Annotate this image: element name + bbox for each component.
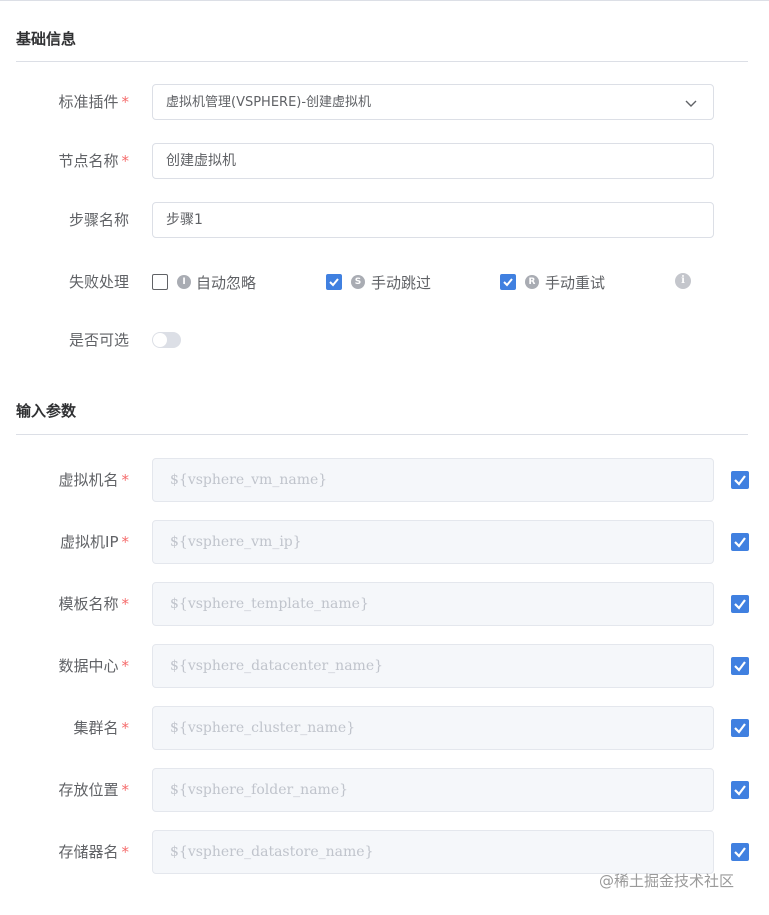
required-mark: *: [121, 843, 130, 861]
section-divider: [16, 61, 748, 62]
plugin-select[interactable]: 虚拟机管理(VSPHERE)-创建虚拟机: [152, 84, 714, 120]
param-checkbox[interactable]: [731, 595, 749, 613]
manual-skip-checkbox[interactable]: [326, 274, 342, 290]
check-icon: [734, 537, 746, 548]
param-row: 模板名称 * ${vsphere_template_name}: [0, 582, 769, 626]
param-input: ${vsphere_datacenter_name}: [152, 644, 714, 688]
ignore-tag-icon: I: [177, 275, 191, 289]
failure-handling-label: 失败处理: [68, 273, 129, 291]
param-input: ${vsphere_datastore_name}: [152, 830, 714, 874]
param-label: 数据中心 *: [58, 644, 129, 688]
check-icon: [734, 723, 746, 734]
param-label: 模板名称 *: [58, 582, 129, 626]
param-label: 存放位置 *: [58, 768, 129, 812]
param-label: 虚拟机IP *: [60, 520, 129, 564]
param-checkbox[interactable]: [731, 719, 749, 737]
plugin-select-value: 虚拟机管理(VSPHERE)-创建虚拟机: [166, 95, 372, 110]
section-title-basic: 基础信息: [16, 30, 77, 48]
optional-toggle[interactable]: [152, 332, 181, 348]
param-checkbox[interactable]: [731, 533, 749, 551]
param-row: 集群名 * ${vsphere_cluster_name}: [0, 706, 769, 750]
plugin-label: 标准插件 *: [58, 80, 129, 124]
manual-retry-label[interactable]: 手动重试: [545, 272, 605, 293]
check-icon: [734, 475, 746, 486]
required-mark: *: [121, 152, 130, 170]
check-icon: [734, 661, 746, 672]
required-mark: *: [121, 595, 130, 613]
failure-handling-row: 失败处理 I 自动忽略 S 手动跳过 R 手动重试 i: [0, 260, 769, 304]
required-mark: *: [121, 719, 130, 737]
check-icon: [734, 599, 746, 610]
param-label-text: 集群名: [73, 719, 119, 737]
param-input: ${vsphere_vm_ip}: [152, 520, 714, 564]
step-name-label: 步骤名称: [68, 211, 129, 229]
param-input: ${vsphere_folder_name}: [152, 768, 714, 812]
required-mark: *: [121, 657, 130, 675]
chevron-down-icon: [685, 100, 697, 107]
param-label-text: 存放位置: [58, 781, 119, 799]
node-name-label-text: 节点名称: [58, 152, 119, 170]
optional-row: 是否可选: [0, 318, 769, 362]
param-row: 虚拟机IP * ${vsphere_vm_ip}: [0, 520, 769, 564]
plugin-row: 标准插件 * 虚拟机管理(VSPHERE)-创建虚拟机: [0, 80, 769, 124]
param-input: ${vsphere_template_name}: [152, 582, 714, 626]
info-icon[interactable]: i: [675, 273, 691, 289]
param-label: 虚拟机名 *: [58, 458, 129, 502]
param-label-text: 虚拟机IP: [60, 533, 119, 551]
param-row: 存储器名 * ${vsphere_datastore_name}: [0, 830, 769, 874]
param-label-text: 模板名称: [58, 595, 119, 613]
param-label: 集群名 *: [73, 706, 129, 750]
toggle-knob: [153, 333, 167, 347]
required-mark: *: [121, 781, 130, 799]
param-row: 虚拟机名 * ${vsphere_vm_name}: [0, 458, 769, 502]
required-mark: *: [121, 93, 130, 111]
param-row: 数据中心 * ${vsphere_datacenter_name}: [0, 644, 769, 688]
param-label-text: 虚拟机名: [58, 471, 119, 489]
auto-ignore-checkbox[interactable]: [152, 274, 168, 290]
node-name-row: 节点名称 * 创建虚拟机: [0, 139, 769, 183]
param-checkbox[interactable]: [731, 471, 749, 489]
optional-label: 是否可选: [68, 331, 129, 349]
skip-tag-icon: S: [351, 275, 365, 289]
param-input: ${vsphere_vm_name}: [152, 458, 714, 502]
manual-retry-checkbox[interactable]: [500, 274, 516, 290]
param-label: 存储器名 *: [58, 830, 129, 874]
retry-tag-icon: R: [525, 275, 539, 289]
plugin-label-text: 标准插件: [58, 93, 119, 111]
node-name-label: 节点名称 *: [58, 139, 129, 183]
param-row: 存放位置 * ${vsphere_folder_name}: [0, 768, 769, 812]
top-border: [0, 0, 769, 1]
check-icon: [329, 278, 339, 287]
node-name-input[interactable]: 创建虚拟机: [152, 143, 714, 179]
param-checkbox[interactable]: [731, 657, 749, 675]
param-checkbox[interactable]: [731, 781, 749, 799]
manual-skip-label[interactable]: 手动跳过: [371, 272, 431, 293]
required-mark: *: [121, 471, 130, 489]
section-divider: [16, 434, 748, 435]
check-icon: [734, 847, 746, 858]
param-input: ${vsphere_cluster_name}: [152, 706, 714, 750]
section-title-inputs: 输入参数: [16, 402, 77, 420]
param-checkbox[interactable]: [731, 843, 749, 861]
auto-ignore-label[interactable]: 自动忽略: [196, 272, 256, 293]
param-label-text: 数据中心: [58, 657, 119, 675]
required-mark: *: [121, 533, 130, 551]
check-icon: [734, 785, 746, 796]
check-icon: [503, 278, 513, 287]
step-name-row: 步骤名称 步骤1: [0, 198, 769, 242]
watermark: @稀土掘金技术社区: [599, 872, 735, 890]
param-label-text: 存储器名: [58, 843, 119, 861]
step-name-input[interactable]: 步骤1: [152, 202, 714, 238]
